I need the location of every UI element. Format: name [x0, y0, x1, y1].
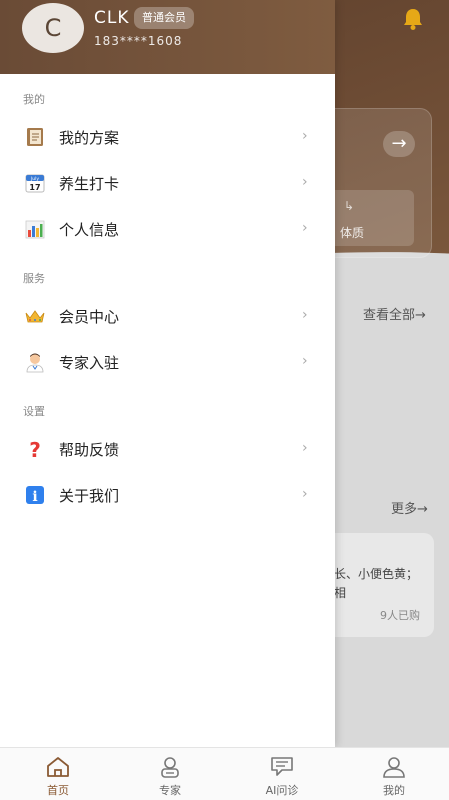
calendar-day: 17: [29, 183, 40, 192]
section-title-settings: 设置: [23, 405, 45, 418]
tab-label: 专家: [159, 784, 181, 797]
menu-item-about-us[interactable]: i 关于我们 ›: [0, 473, 335, 517]
chat-icon: [269, 755, 295, 779]
member-badge: 普通会员: [134, 7, 194, 29]
product-description: 长、小便色黄；: [334, 567, 419, 581]
arrow-right-icon[interactable]: →: [383, 131, 415, 157]
bell-icon[interactable]: [400, 6, 426, 32]
menu-label: 帮助反馈: [59, 441, 120, 459]
tab-ai-consult[interactable]: AI问诊: [226, 748, 338, 800]
calendar-month: July: [30, 176, 39, 182]
question-glyph: ?: [29, 438, 41, 460]
home-icon: [45, 755, 71, 779]
menu-item-expert-join[interactable]: 专家入驻 ›: [0, 340, 335, 384]
bar-chart-icon: [24, 218, 46, 240]
chevron-right-icon: ›: [302, 440, 308, 456]
product-description-line2: 相: [334, 586, 347, 600]
user-icon: [381, 755, 407, 779]
menu-item-help-feedback[interactable]: ? 帮助反馈 ›: [0, 427, 335, 471]
menu-label: 专家入驻: [59, 354, 120, 372]
chart-icon: ↳: [344, 199, 355, 213]
calendar-icon: July 17: [24, 172, 46, 194]
chevron-right-icon: ›: [302, 128, 308, 144]
menu-label: 我的方案: [59, 129, 120, 147]
bottom-nav: 首页 专家 AI问诊 我的: [0, 747, 449, 800]
profile-header: C CLK 普通会员 183****1608: [0, 0, 335, 74]
expert-icon: [157, 755, 183, 779]
chevron-right-icon: ›: [302, 307, 308, 323]
menu-item-personal-info[interactable]: 个人信息 ›: [0, 207, 335, 251]
menu-label: 关于我们: [59, 487, 120, 505]
sold-count: 9人已购: [380, 609, 420, 622]
section-title-service: 服务: [23, 272, 45, 285]
tab-label: 我的: [383, 784, 405, 797]
doctor-icon: [24, 351, 46, 373]
crown-icon: [24, 305, 46, 327]
menu-item-member-center[interactable]: 会员中心 ›: [0, 294, 335, 338]
section-title-mine: 我的: [23, 93, 45, 106]
tab-home[interactable]: 首页: [2, 748, 114, 800]
tab-label: 首页: [47, 784, 69, 797]
menu-label: 会员中心: [59, 308, 120, 326]
menu-item-health-checkin[interactable]: July 17 养生打卡 ›: [0, 161, 335, 205]
more-link[interactable]: 更多→: [391, 498, 428, 517]
info-glyph: i: [32, 489, 37, 505]
username: CLK: [94, 8, 130, 28]
tab-experts[interactable]: 专家: [114, 748, 226, 800]
tab-label: AI问诊: [265, 784, 299, 797]
chevron-right-icon: ›: [302, 220, 308, 236]
constitution-label: 体质: [340, 226, 365, 240]
side-drawer: C CLK 普通会员 183****1608 我的 我的方案 › July 17: [0, 0, 335, 747]
chevron-right-icon: ›: [302, 353, 308, 369]
notebook-icon: [24, 126, 46, 148]
chevron-right-icon: ›: [302, 174, 308, 190]
menu-label: 个人信息: [59, 221, 120, 239]
chevron-right-icon: ›: [302, 486, 308, 502]
avatar[interactable]: C: [22, 3, 84, 53]
see-all-link[interactable]: 查看全部→: [363, 304, 426, 323]
menu-item-my-plan[interactable]: 我的方案 ›: [0, 115, 335, 159]
question-icon: ?: [24, 438, 46, 462]
tab-mine[interactable]: 我的: [338, 748, 449, 800]
info-icon: i: [24, 484, 46, 506]
menu-label: 养生打卡: [59, 175, 120, 193]
phone-number: 183****1608: [94, 34, 183, 48]
